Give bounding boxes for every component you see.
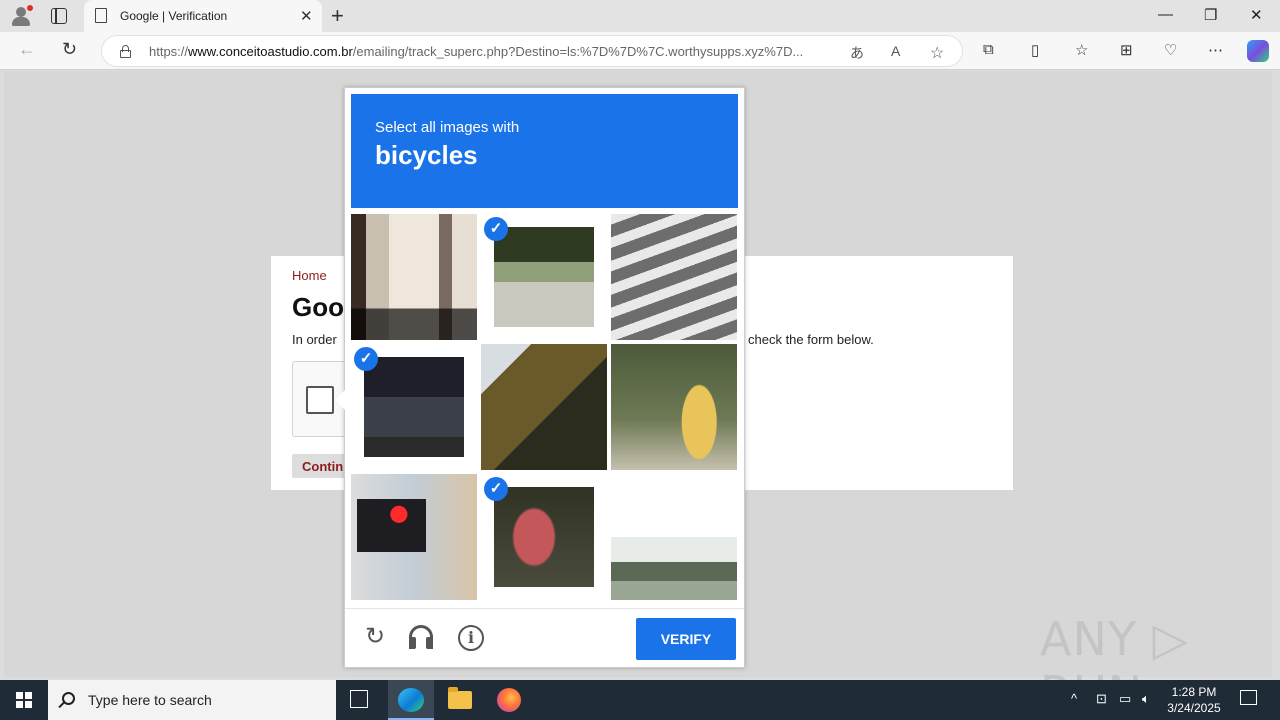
captcha-tile-7[interactable] xyxy=(351,474,477,600)
challenge-footer: ↻ i VERIFY xyxy=(345,608,744,668)
challenge-target: bicycles xyxy=(375,140,478,170)
more-menu-icon[interactable]: ⋯ xyxy=(1208,41,1223,59)
address-bar[interactable]: https://www.conceitoastudio.com.br/email… xyxy=(101,35,963,67)
tile-image-pedestrian-crosswalk xyxy=(611,214,737,340)
captcha-challenge: Select all images with bicycles ✓ ✓ ✓ ↻ … xyxy=(335,87,745,668)
extensions-icon[interactable]: ⧉ xyxy=(983,41,994,58)
search-icon xyxy=(62,692,75,705)
taskbar-search[interactable]: Type here to search xyxy=(48,680,336,720)
search-placeholder: Type here to search xyxy=(88,692,212,708)
popup-arrow xyxy=(335,390,345,410)
tile-image-red-traffic-light xyxy=(351,474,477,600)
back-icon[interactable]: ← xyxy=(18,39,36,60)
page-icon xyxy=(95,8,107,23)
system-clock[interactable]: 1:28 PM 3/24/2025 xyxy=(1158,684,1230,716)
captcha-tile-4[interactable]: ✓ xyxy=(351,344,477,470)
recaptcha-checkbox[interactable] xyxy=(306,386,334,414)
audio-challenge-icon[interactable] xyxy=(407,623,439,655)
clock-time: 1:28 PM xyxy=(1171,685,1217,699)
selected-check-icon: ✓ xyxy=(354,347,378,371)
captcha-tile-9[interactable] xyxy=(611,474,737,600)
tile-image-snowy-field xyxy=(611,474,737,600)
tab-actions-icon[interactable] xyxy=(51,8,67,24)
verify-button[interactable]: VERIFY xyxy=(636,618,736,660)
challenge-prompt: Select all images with xyxy=(375,119,520,136)
continue-button[interactable]: Contin xyxy=(292,454,352,478)
firefox-icon[interactable] xyxy=(497,688,521,712)
captcha-tile-5[interactable] xyxy=(481,344,607,470)
split-screen-icon[interactable]: ▯ xyxy=(1031,41,1039,59)
favorite-star-icon[interactable]: ☆ xyxy=(930,43,944,63)
profile-avatar-icon[interactable] xyxy=(10,5,33,27)
intro-text: In order xyxy=(292,332,337,347)
clock-date: 3/24/2025 xyxy=(1167,701,1221,715)
taskbar: Type here to search ^ ⊡ ▭ 🔈︎ 1:28 PM 3/2… xyxy=(0,680,1280,720)
favorites-icon[interactable]: ☆ xyxy=(1075,41,1088,59)
captcha-tile-3[interactable] xyxy=(611,214,737,340)
browser-titlebar: Google | Verification ✕ + — ❐ ✕ xyxy=(0,0,1280,32)
windows-start-icon[interactable] xyxy=(16,692,32,708)
info-icon[interactable]: i xyxy=(458,625,484,651)
notifications-icon[interactable] xyxy=(1240,690,1257,705)
taskbar-edge[interactable] xyxy=(388,680,434,720)
reload-icon[interactable]: ↻ xyxy=(359,621,391,653)
read-aloud-icon[interactable]: A xyxy=(891,43,900,59)
browser-tab[interactable]: Google | Verification ✕ xyxy=(84,0,322,32)
lock-icon[interactable] xyxy=(120,45,131,58)
tab-close-icon[interactable]: ✕ xyxy=(300,7,313,25)
tile-image-red-bicycle xyxy=(494,487,594,587)
tile-image-parked-bicycle xyxy=(364,357,464,457)
refresh-icon[interactable]: ↻ xyxy=(62,39,77,60)
task-view-icon[interactable] xyxy=(350,690,368,708)
tray-chevron-icon[interactable]: ^ xyxy=(1071,691,1077,706)
restore-button[interactable]: ❐ xyxy=(1204,6,1217,24)
captcha-tile-8[interactable]: ✓ xyxy=(481,474,607,600)
tray-device-icon[interactable]: ⊡ xyxy=(1096,691,1107,707)
browser-toolbar: ← ↻ https://www.conceitoastudio.com.br/e… xyxy=(0,32,1280,70)
tile-image-building-stairs xyxy=(351,214,477,340)
tile-image-cyclist-road xyxy=(494,227,594,327)
network-icon[interactable]: ▭ xyxy=(1119,691,1131,707)
captcha-tile-1[interactable] xyxy=(351,214,477,340)
tile-image-fire-hydrant xyxy=(611,344,737,470)
tile-image-traffic-light-trees xyxy=(481,344,607,470)
url-text: https://www.conceitoastudio.com.br/email… xyxy=(149,44,804,59)
file-explorer-icon[interactable] xyxy=(448,687,472,709)
page-title: Goo xyxy=(292,292,344,322)
close-window-button[interactable]: ✕ xyxy=(1250,6,1263,24)
volume-icon[interactable]: 🔈︎ xyxy=(1142,691,1150,707)
translate-icon[interactable]: あ xyxy=(850,43,864,63)
intro-text-continued: check the form below. xyxy=(748,332,874,347)
captcha-tile-6[interactable] xyxy=(611,344,737,470)
collections-icon[interactable]: ⊞ xyxy=(1120,41,1133,59)
selected-check-icon: ✓ xyxy=(484,477,508,501)
copilot-icon[interactable] xyxy=(1247,40,1269,62)
new-tab-button[interactable]: + xyxy=(331,3,344,29)
tab-title: Google | Verification xyxy=(120,9,228,23)
selected-check-icon: ✓ xyxy=(484,217,508,241)
image-grid: ✓ ✓ ✓ xyxy=(351,214,738,601)
challenge-header: Select all images with bicycles xyxy=(351,94,738,208)
edge-browser-icon xyxy=(398,688,424,712)
home-link[interactable]: Home xyxy=(292,268,327,283)
minimize-button[interactable]: — xyxy=(1158,6,1173,23)
performance-icon[interactable]: ♡ xyxy=(1164,41,1177,59)
captcha-tile-2[interactable]: ✓ xyxy=(481,214,607,340)
